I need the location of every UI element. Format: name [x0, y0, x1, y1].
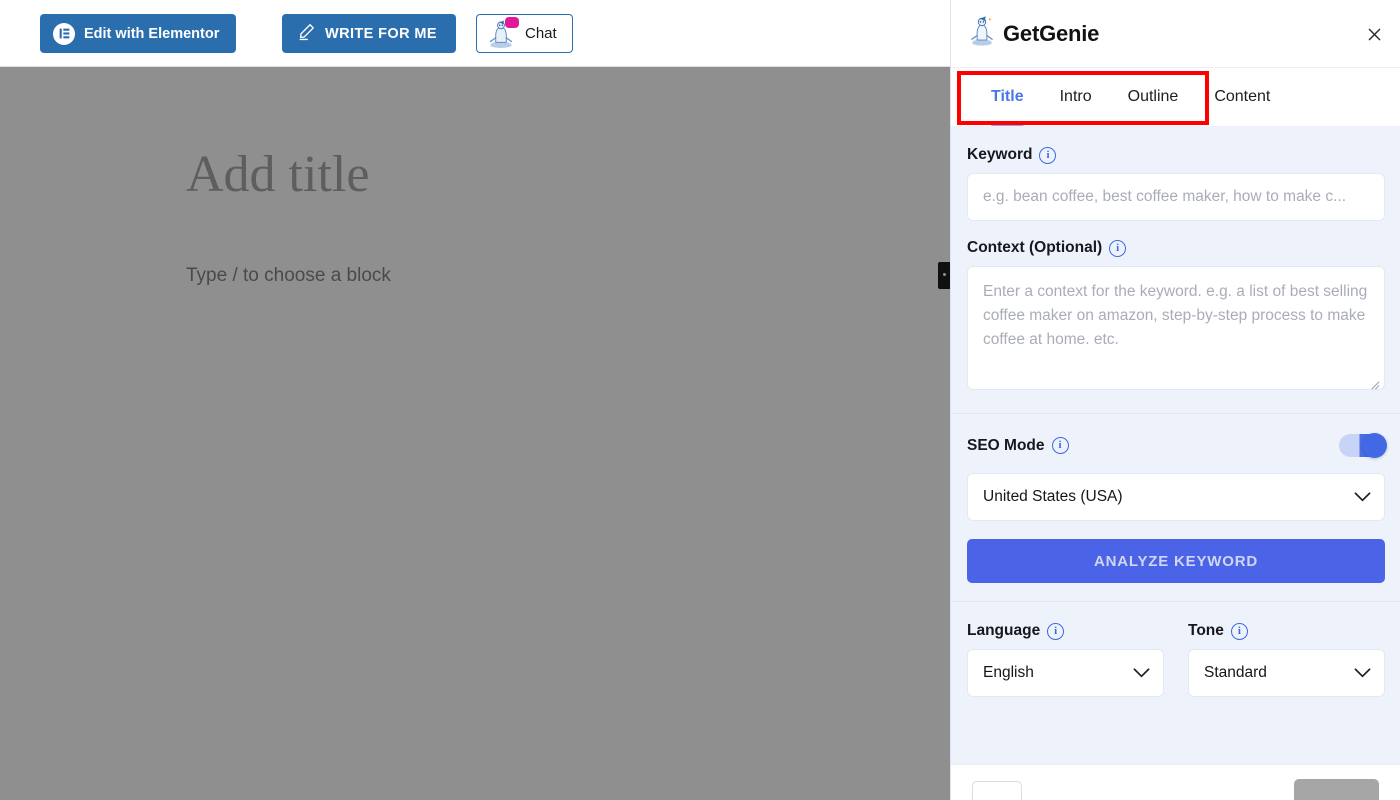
tone-select-value: Standard — [1204, 664, 1267, 681]
language-label-row: Language i — [967, 622, 1164, 640]
tab-intro[interactable]: Intro — [1042, 68, 1110, 126]
close-icon[interactable] — [1360, 20, 1388, 48]
getgenie-logo: GetGenie — [967, 14, 1099, 53]
edit-with-elementor-button[interactable]: Edit with Elementor — [40, 14, 237, 53]
keyword-section: Keyword i Context (Optional) i — [951, 126, 1400, 413]
getgenie-panel: GetGenie Title Intro Outline Content Key… — [950, 0, 1400, 800]
getgenie-body: Keyword i Context (Optional) i — [951, 126, 1400, 800]
seo-mode-toggle[interactable] — [1339, 433, 1387, 458]
tab-intro-label: Intro — [1059, 88, 1092, 105]
info-icon[interactable]: i — [1051, 437, 1069, 454]
seo-mode-section: SEO Mode i United States (USA) ANALYZE K… — [951, 414, 1400, 601]
analyze-keyword-button[interactable]: ANALYZE KEYWORD — [967, 539, 1385, 583]
tab-outline[interactable]: Outline — [1110, 68, 1197, 126]
info-icon[interactable]: i — [1047, 622, 1065, 640]
toggle-knob — [1362, 433, 1387, 458]
keyword-label: Keyword — [967, 146, 1033, 163]
keyword-input[interactable] — [967, 173, 1385, 221]
seo-mode-label: SEO Mode — [967, 436, 1045, 454]
footer-action-button[interactable] — [1294, 779, 1379, 800]
chevron-down-icon — [1354, 492, 1371, 502]
tab-content-label: Content — [1214, 88, 1271, 105]
footer-left-control[interactable] — [972, 781, 1022, 800]
context-textarea-wrap — [967, 266, 1385, 395]
editor-toolbar: Edit with Elementor WRITE FOR ME Chat — [0, 0, 950, 67]
country-select-value: United States (USA) — [983, 488, 1123, 505]
language-label: Language — [967, 622, 1041, 639]
info-icon[interactable]: i — [1230, 622, 1248, 640]
tab-title[interactable]: Title — [973, 68, 1042, 126]
write-for-me-label: WRITE FOR ME — [325, 25, 437, 42]
context-label: Context (Optional) — [967, 239, 1103, 256]
tone-label-row: Tone i — [1188, 622, 1385, 640]
country-select[interactable]: United States (USA) — [967, 473, 1385, 521]
pencil-icon — [297, 22, 316, 45]
write-for-me-button[interactable]: WRITE FOR ME — [282, 14, 456, 53]
keyword-label-row: Keyword i — [967, 146, 1385, 164]
language-select-value: English — [983, 664, 1034, 681]
seo-mode-row: SEO Mode i — [967, 433, 1387, 458]
info-icon[interactable]: i — [1109, 239, 1127, 257]
edit-with-elementor-label: Edit with Elementor — [84, 25, 220, 42]
elementor-icon — [53, 22, 75, 45]
tone-select[interactable]: Standard — [1188, 649, 1385, 697]
language-field: Language i English — [967, 622, 1164, 697]
post-title-placeholder[interactable]: Add title — [186, 149, 369, 201]
block-chooser-hint[interactable]: Type / to choose a block — [186, 265, 391, 287]
chevron-down-icon — [1133, 668, 1150, 678]
language-select[interactable]: English — [967, 649, 1164, 697]
tab-outline-label: Outline — [1127, 88, 1179, 105]
genie-lamp-icon — [486, 16, 519, 49]
seo-mode-label-row: SEO Mode i — [967, 437, 1069, 455]
chat-button[interactable]: Chat — [476, 14, 573, 53]
getgenie-brand-label: GetGenie — [1003, 20, 1100, 46]
panel-collapse-handle[interactable] — [938, 262, 950, 289]
getgenie-footer — [951, 764, 1400, 800]
context-textarea[interactable] — [967, 266, 1385, 390]
getgenie-tabs: Title Intro Outline Content — [951, 68, 1400, 126]
wordpress-editor: Edit with Elementor WRITE FOR ME Chat Ad… — [0, 0, 950, 800]
chat-label: Chat — [525, 25, 557, 42]
tab-title-label: Title — [991, 88, 1024, 105]
tone-field: Tone i Standard — [1188, 622, 1385, 697]
context-label-row: Context (Optional) i — [967, 239, 1385, 257]
chevron-down-icon — [1354, 668, 1371, 678]
language-tone-row: Language i English Tone i Standard — [967, 622, 1385, 697]
info-icon[interactable]: i — [1039, 146, 1057, 164]
tone-label: Tone — [1188, 622, 1224, 639]
editor-canvas[interactable]: Add title Type / to choose a block — [0, 67, 950, 800]
language-tone-section: Language i English Tone i Standard — [951, 602, 1400, 715]
screen: Edit with Elementor WRITE FOR ME Chat Ad… — [0, 0, 1400, 800]
genie-lamp-icon — [967, 14, 997, 53]
getgenie-header: GetGenie — [951, 0, 1400, 68]
tab-content[interactable]: Content — [1196, 68, 1288, 126]
